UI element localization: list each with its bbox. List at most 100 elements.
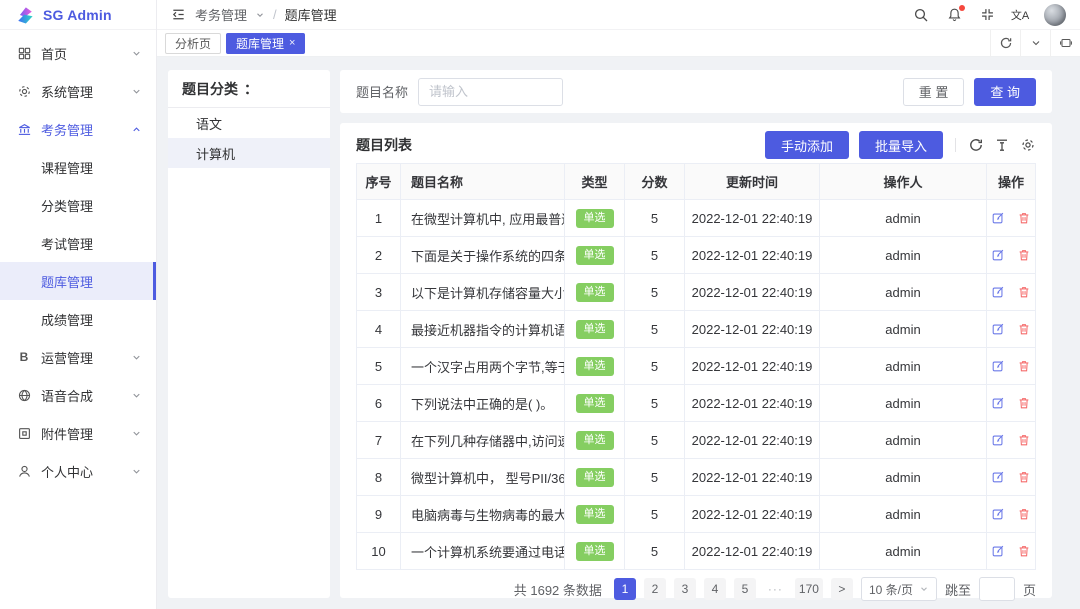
refresh-icon[interactable] bbox=[968, 137, 984, 153]
query-button[interactable]: 查 询 bbox=[974, 77, 1036, 106]
delete-icon[interactable] bbox=[1017, 470, 1031, 484]
sidebar-item-course-mgmt[interactable]: 课程管理 bbox=[0, 148, 156, 186]
next-page-button[interactable]: > bbox=[830, 578, 853, 600]
sidebar-item-exam[interactable]: 考务管理 bbox=[0, 110, 156, 148]
sidebar-item-system[interactable]: 系统管理 bbox=[0, 72, 156, 110]
avatar[interactable] bbox=[1044, 3, 1066, 26]
category-item-computer[interactable]: 计算机 bbox=[168, 138, 330, 168]
edit-icon[interactable] bbox=[991, 285, 1005, 299]
fullscreen-icon[interactable] bbox=[978, 6, 996, 24]
category-list: 语文 计算机 bbox=[168, 108, 330, 168]
bell-icon[interactable] bbox=[945, 4, 965, 24]
chevron-down-icon bbox=[131, 86, 142, 97]
reset-button[interactable]: 重 置 bbox=[902, 77, 965, 106]
sidebar-item-exam-mgmt[interactable]: 考试管理 bbox=[0, 224, 156, 262]
close-icon[interactable]: × bbox=[289, 37, 295, 49]
type-badge: 单选 bbox=[575, 356, 614, 376]
table-row: 6 下列说法中正确的是( )。 单选 5 2022-12-01 22:40:19… bbox=[357, 385, 1035, 422]
edit-icon[interactable] bbox=[991, 248, 1005, 262]
cell-updated: 2022-12-01 22:40:19 bbox=[685, 274, 820, 310]
delete-icon[interactable] bbox=[1017, 322, 1031, 336]
row-height-icon[interactable] bbox=[994, 137, 1010, 153]
sidebar-item-profile[interactable]: 个人中心 bbox=[0, 452, 156, 490]
cell-score: 5 bbox=[625, 274, 685, 310]
jump-page-input[interactable] bbox=[978, 577, 1015, 601]
delete-icon[interactable] bbox=[1017, 359, 1031, 373]
search-icon[interactable] bbox=[912, 6, 930, 24]
question-name-label: 题目名称 bbox=[356, 85, 409, 100]
sidebar-item-home[interactable]: 首页 bbox=[0, 34, 156, 72]
tabbar: 分析页 题库管理 × bbox=[157, 29, 1080, 57]
edit-icon[interactable] bbox=[991, 544, 1005, 558]
cell-score: 5 bbox=[625, 348, 685, 384]
page-size-select[interactable]: 10 条/页 bbox=[860, 577, 937, 601]
cell-updated: 2022-12-01 22:40:19 bbox=[685, 348, 820, 384]
attachment-icon bbox=[16, 425, 32, 441]
page-button[interactable]: 1 bbox=[613, 578, 636, 600]
cell-actions bbox=[987, 237, 1035, 273]
edit-icon[interactable] bbox=[991, 322, 1005, 336]
cell-question-name: 下列说法中正确的是( )。 bbox=[401, 385, 565, 421]
sidebar-item-operation[interactable]: B 运营管理 bbox=[0, 338, 156, 376]
cell-operator: admin bbox=[820, 200, 987, 236]
app-window: SG Admin 首页 系统管理 考务管理 课程管理 分类管理 考试管理 题库管… bbox=[0, 0, 1080, 609]
table-row: 3 以下是计算机存储容量大小的... 单选 5 2022-12-01 22:40… bbox=[357, 274, 1035, 311]
sidebar-item-attachment[interactable]: 附件管理 bbox=[0, 414, 156, 452]
page-button[interactable]: 170 bbox=[794, 578, 823, 600]
sidebar-item-score-mgmt[interactable]: 成绩管理 bbox=[0, 300, 156, 338]
edit-icon[interactable] bbox=[991, 359, 1005, 373]
sidebar-item-tts[interactable]: 语音合成 bbox=[0, 376, 156, 414]
category-panel-header: 题目分类 ： bbox=[168, 70, 330, 108]
page-button[interactable]: 3 bbox=[673, 578, 696, 600]
chevron-down-icon[interactable] bbox=[1020, 29, 1050, 57]
page-button[interactable]: 4 bbox=[703, 578, 726, 600]
refresh-icon[interactable] bbox=[990, 29, 1020, 57]
breadcrumb-parent[interactable]: 考务管理 bbox=[195, 5, 247, 24]
batch-import-button[interactable]: 批量导入 bbox=[858, 131, 943, 159]
cell-updated: 2022-12-01 22:40:19 bbox=[685, 385, 820, 421]
sidebar-item-category-mgmt[interactable]: 分类管理 bbox=[0, 186, 156, 224]
dashboard-icon bbox=[16, 45, 32, 61]
table-toolbar-actions: 手动添加 批量导入 bbox=[764, 131, 1036, 159]
sidebar-item-question-bank[interactable]: 题库管理 bbox=[0, 262, 156, 300]
cell-question-name: 在下列几种存储器中,访问速度... bbox=[401, 422, 565, 458]
page-button[interactable]: 2 bbox=[643, 578, 666, 600]
menu-fold-icon[interactable] bbox=[169, 6, 187, 24]
cell-type: 单选 bbox=[565, 348, 625, 384]
type-badge: 单选 bbox=[575, 319, 614, 339]
page-button[interactable]: 5 bbox=[733, 578, 756, 600]
cell-question-name: 以下是计算机存储容量大小的... bbox=[401, 274, 565, 310]
cell-actions bbox=[987, 422, 1035, 458]
page-button[interactable]: ··· bbox=[764, 578, 787, 600]
logo[interactable]: SG Admin bbox=[0, 0, 156, 30]
maximize-icon[interactable] bbox=[1050, 29, 1080, 57]
manual-add-button[interactable]: 手动添加 bbox=[764, 131, 849, 159]
edit-icon[interactable] bbox=[991, 396, 1005, 410]
settings-icon[interactable] bbox=[1020, 137, 1036, 153]
cell-actions bbox=[987, 274, 1035, 310]
cell-index: 5 bbox=[357, 348, 401, 384]
delete-icon[interactable] bbox=[1017, 285, 1031, 299]
breadcrumb-current: 题库管理 bbox=[284, 8, 337, 23]
delete-icon[interactable] bbox=[1017, 544, 1031, 558]
delete-icon[interactable] bbox=[1017, 507, 1031, 521]
edit-icon[interactable] bbox=[991, 211, 1005, 225]
delete-icon[interactable] bbox=[1017, 433, 1031, 447]
category-item-chinese[interactable]: 语文 bbox=[168, 108, 330, 138]
tab-analysis[interactable]: 分析页 bbox=[165, 32, 222, 54]
app-title: SG Admin bbox=[43, 6, 112, 23]
translate-icon[interactable]: 文A bbox=[1011, 6, 1029, 24]
edit-icon[interactable] bbox=[991, 470, 1005, 484]
cell-actions bbox=[987, 200, 1035, 236]
question-name-input[interactable] bbox=[418, 77, 564, 106]
cell-index: 2 bbox=[357, 237, 401, 273]
delete-icon[interactable] bbox=[1017, 211, 1031, 225]
tab-question-bank[interactable]: 题库管理 × bbox=[226, 32, 306, 54]
delete-icon[interactable] bbox=[1017, 396, 1031, 410]
delete-icon[interactable] bbox=[1017, 248, 1031, 262]
edit-icon[interactable] bbox=[991, 507, 1005, 521]
edit-icon[interactable] bbox=[991, 433, 1005, 447]
cell-updated: 2022-12-01 22:40:19 bbox=[685, 311, 820, 347]
cell-index: 6 bbox=[357, 385, 401, 421]
cell-operator: admin bbox=[820, 422, 987, 458]
